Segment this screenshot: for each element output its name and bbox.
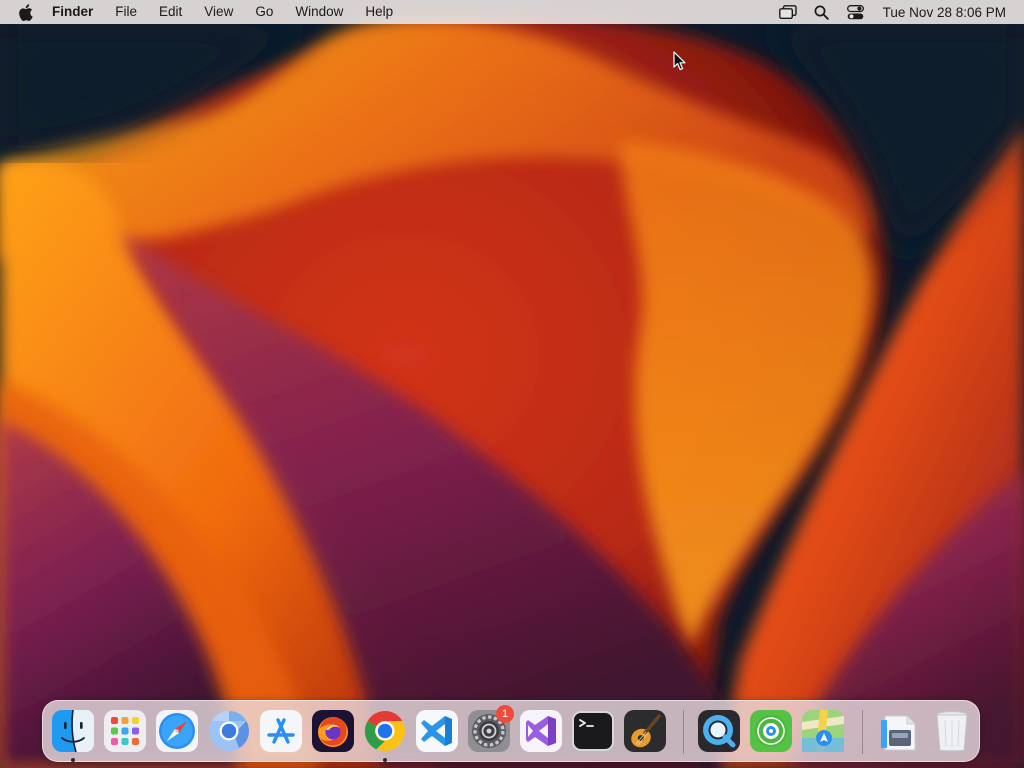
apple-menu-icon[interactable] — [18, 0, 35, 24]
control-center-icon[interactable] — [839, 0, 873, 24]
dock-item-trash[interactable] — [929, 708, 975, 754]
dock-item-app-store[interactable] — [258, 708, 304, 754]
menu-go[interactable]: Go — [244, 0, 284, 24]
desktop-wallpaper — [0, 0, 1024, 768]
dock-item-firefox[interactable] — [310, 708, 356, 754]
menu-view[interactable]: View — [193, 0, 244, 24]
find-my-icon — [750, 710, 792, 752]
downloads-stack-icon — [881, 715, 916, 751]
menu-app-name[interactable]: Finder — [41, 0, 104, 24]
chromium-icon — [209, 711, 249, 751]
quicktime-icon — [698, 710, 740, 752]
dock-item-downloads-stack[interactable] — [877, 708, 923, 754]
firefox-icon — [312, 710, 354, 752]
finder-icon — [52, 709, 94, 753]
terminal-icon — [572, 711, 614, 751]
menu-bar-clock[interactable]: Tue Nov 28 8:06 PM — [873, 5, 1006, 20]
mouse-pointer-icon — [673, 51, 687, 71]
dock-item-launchpad[interactable] — [102, 708, 148, 754]
notification-badge: 1 — [496, 705, 514, 723]
dock-item-terminal[interactable] — [570, 708, 616, 754]
menu-window[interactable]: Window — [284, 0, 354, 24]
dock-item-system-settings[interactable]: 1 — [466, 705, 514, 754]
dock-item-chrome[interactable] — [362, 708, 408, 762]
trash-icon — [936, 711, 968, 752]
vscode-icon — [416, 710, 458, 752]
safari-icon — [156, 710, 198, 752]
dock-item-chromium[interactable] — [206, 708, 252, 754]
dock-item-maps[interactable] — [800, 708, 846, 754]
dock-separator — [683, 710, 684, 754]
app-store-icon — [260, 710, 302, 752]
running-indicator — [71, 758, 75, 762]
dock-item-finder[interactable] — [50, 708, 96, 762]
menu-file[interactable]: File — [104, 0, 148, 24]
dock: 1 — [42, 700, 980, 762]
visual-studio-icon — [520, 710, 562, 752]
garageband-icon — [624, 710, 666, 752]
chrome-icon — [364, 711, 405, 751]
running-indicator — [383, 758, 387, 762]
menu-bar: Finder File Edit View Go Window Help Tue… — [0, 0, 1024, 24]
dock-item-safari[interactable] — [154, 708, 200, 754]
dock-item-find-my[interactable] — [748, 708, 794, 754]
maps-icon — [802, 710, 844, 752]
dock-item-quicktime[interactable] — [696, 708, 742, 754]
search-icon[interactable] — [805, 0, 839, 24]
dock-item-garageband[interactable] — [622, 708, 668, 754]
window-switcher-icon[interactable] — [771, 0, 805, 24]
wallpaper-art — [0, 0, 1024, 768]
dock-item-visual-studio[interactable] — [518, 708, 564, 754]
launchpad-icon — [104, 710, 146, 752]
menu-help[interactable]: Help — [354, 0, 404, 24]
dock-item-vscode[interactable] — [414, 708, 460, 754]
menu-edit[interactable]: Edit — [148, 0, 193, 24]
dock-separator — [862, 710, 863, 754]
